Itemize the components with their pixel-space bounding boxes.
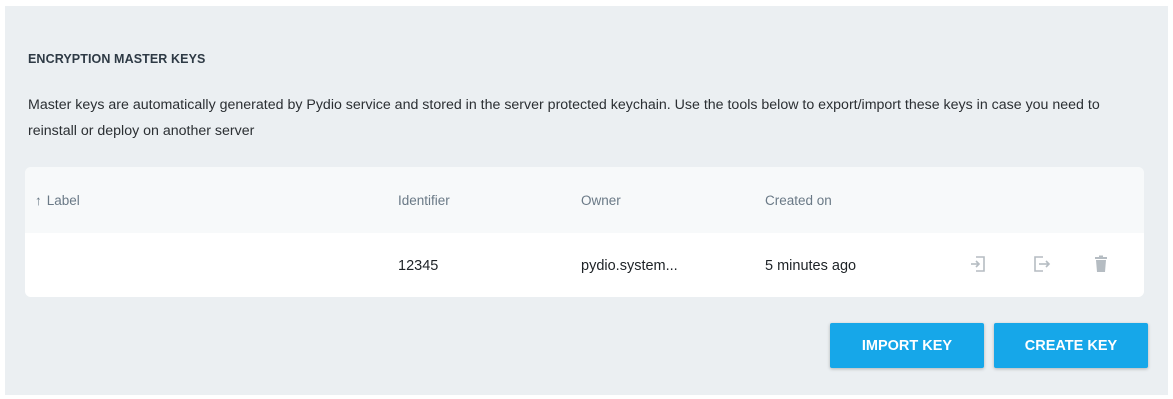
- section-title: ENCRYPTION MASTER KEYS: [28, 52, 206, 66]
- master-keys-panel: ENCRYPTION MASTER KEYS Master keys are a…: [5, 6, 1168, 395]
- column-header-created[interactable]: Created on: [765, 193, 832, 208]
- table-row[interactable]: 12345 pydio.system... 5 minutes ago: [25, 233, 1144, 297]
- cell-created: 5 minutes ago: [765, 258, 857, 274]
- column-header-label-text: Label: [46, 193, 80, 208]
- cell-owner: pydio.system...: [581, 258, 678, 274]
- table-header: ↑ Label Identifier Owner Created on: [25, 167, 1144, 233]
- export-key-icon[interactable]: [1029, 252, 1053, 276]
- keys-table: ↑ Label Identifier Owner Created on 12345…: [25, 167, 1144, 297]
- section-description: Master keys are automatically generated …: [28, 97, 1100, 139]
- column-header-owner[interactable]: Owner: [581, 193, 621, 208]
- import-key-icon[interactable]: [966, 252, 990, 276]
- create-key-button[interactable]: CREATE KEY: [994, 323, 1148, 368]
- delete-icon[interactable]: [1089, 252, 1113, 276]
- arrow-up-icon: ↑: [35, 193, 42, 208]
- cell-identifier: 12345: [398, 258, 439, 274]
- column-header-identifier[interactable]: Identifier: [398, 193, 450, 208]
- import-key-button[interactable]: IMPORT KEY: [830, 323, 984, 368]
- column-header-label[interactable]: ↑ Label: [35, 193, 80, 208]
